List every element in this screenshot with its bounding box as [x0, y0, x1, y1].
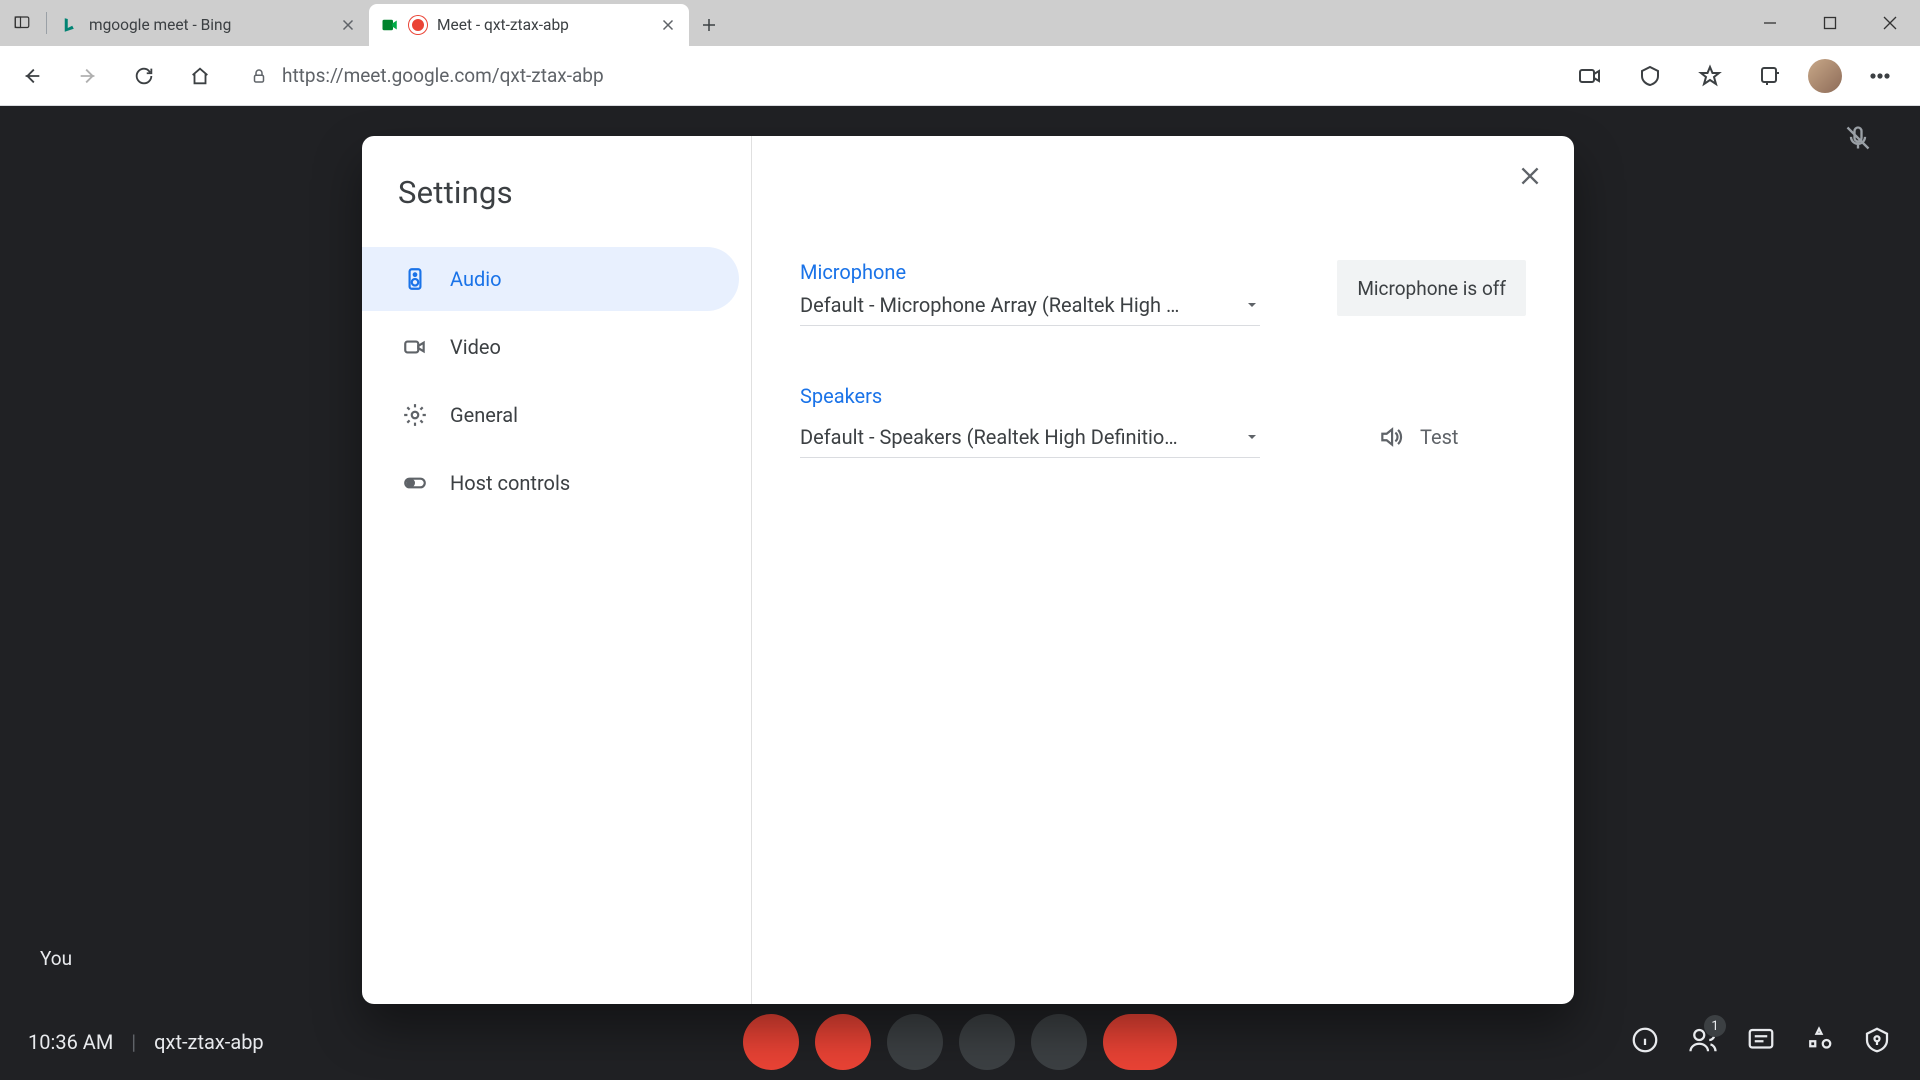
back-button[interactable]	[10, 54, 54, 98]
people-count-badge: 1	[1704, 1015, 1726, 1037]
maximize-button[interactable]	[1800, 0, 1860, 46]
video-popup-button[interactable]	[1568, 54, 1612, 98]
nav-label: General	[450, 403, 518, 427]
tab-actions-button[interactable]	[0, 0, 44, 46]
videocam-icon	[402, 334, 428, 360]
nav-general[interactable]: General	[362, 383, 739, 447]
profile-avatar[interactable]	[1808, 59, 1842, 93]
self-label: You	[40, 947, 72, 970]
new-tab-button[interactable]	[689, 4, 729, 46]
info-button[interactable]	[1630, 1025, 1660, 1059]
chat-button[interactable]	[1746, 1025, 1776, 1059]
close-window-button[interactable]	[1860, 0, 1920, 46]
minimize-button[interactable]	[1740, 0, 1800, 46]
tab-meet[interactable]: Meet - qxt-ztax-abp	[369, 4, 689, 46]
window-controls	[1740, 0, 1920, 46]
recording-icon	[409, 16, 427, 34]
url-text: https://meet.google.com/qxt-ztax-abp	[282, 64, 604, 87]
separator: |	[131, 1030, 136, 1054]
collections-button[interactable]	[1748, 54, 1792, 98]
speaker-icon	[402, 266, 428, 292]
mic-muted-icon	[1844, 124, 1872, 152]
meeting-code: qxt-ztax-abp	[154, 1030, 264, 1054]
dialog-title: Settings	[362, 174, 751, 243]
toolbar-right	[1568, 54, 1910, 98]
address-bar[interactable]: https://meet.google.com/qxt-ztax-abp	[234, 55, 1556, 97]
people-button[interactable]: 1	[1688, 1025, 1718, 1059]
gear-icon	[402, 402, 428, 428]
google-meet-icon	[381, 16, 399, 34]
divider	[46, 12, 47, 34]
hangup-button[interactable]	[1103, 1014, 1177, 1070]
settings-content: Microphone Default - Microphone Array (R…	[752, 136, 1574, 1004]
browser-toolbar: https://meet.google.com/qxt-ztax-abp	[0, 46, 1920, 106]
close-icon	[1517, 163, 1543, 189]
nav-label: Host controls	[450, 471, 570, 495]
tab-label: Meet - qxt-ztax-abp	[437, 16, 649, 34]
test-label: Test	[1420, 425, 1458, 449]
call-controls	[743, 1014, 1177, 1070]
close-icon[interactable]	[659, 16, 677, 34]
nav-video[interactable]: Video	[362, 315, 739, 379]
present-button[interactable]	[959, 1014, 1015, 1070]
meeting-info: 10:36 AM | qxt-ztax-abp	[28, 1030, 264, 1054]
microphone-value: Default - Microphone Array (Realtek High…	[800, 293, 1179, 317]
bing-icon	[61, 16, 79, 34]
forward-button	[66, 54, 110, 98]
chevron-down-icon	[1244, 297, 1260, 313]
speakers-value: Default - Speakers (Realtek High Definit…	[800, 425, 1178, 449]
nav-label: Video	[450, 335, 501, 359]
nav-label: Audio	[450, 267, 502, 291]
settings-sidebar: Settings Audio Video General Host contro…	[362, 136, 752, 1004]
microphone-label: Microphone	[800, 260, 1260, 284]
meet-app: You 10:36 AM | qxt-ztax-abp 1	[0, 106, 1920, 1080]
host-tools-button[interactable]	[1862, 1025, 1892, 1059]
mute-button[interactable]	[743, 1014, 799, 1070]
speakers-label: Speakers	[800, 384, 1526, 408]
test-speakers-button[interactable]: Test	[1378, 424, 1458, 450]
refresh-button[interactable]	[122, 54, 166, 98]
microphone-status: Microphone is off	[1337, 260, 1526, 316]
captions-button[interactable]	[887, 1014, 943, 1070]
home-button[interactable]	[178, 54, 222, 98]
clock: 10:36 AM	[28, 1030, 113, 1054]
nav-audio[interactable]: Audio	[362, 247, 739, 311]
meet-bottom-bar: 10:36 AM | qxt-ztax-abp 1	[0, 1004, 1920, 1080]
chevron-down-icon	[1244, 429, 1260, 445]
options-button[interactable]	[1031, 1014, 1087, 1070]
toggle-icon	[402, 470, 428, 496]
microphone-select[interactable]: Default - Microphone Array (Realtek High…	[800, 284, 1260, 326]
close-dialog-button[interactable]	[1508, 154, 1552, 198]
lock-icon	[250, 67, 268, 85]
nav-host-controls[interactable]: Host controls	[362, 451, 739, 515]
activities-button[interactable]	[1804, 1025, 1834, 1059]
tracking-button[interactable]	[1628, 54, 1672, 98]
volume-icon	[1378, 424, 1404, 450]
browser-titlebar: mgoogle meet - Bing Meet - qxt-ztax-abp	[0, 0, 1920, 46]
close-icon[interactable]	[339, 16, 357, 34]
more-button[interactable]	[1858, 54, 1902, 98]
settings-dialog: Settings Audio Video General Host contro…	[362, 136, 1574, 1004]
favorites-button[interactable]	[1688, 54, 1732, 98]
meet-right-controls: 1	[1630, 1025, 1892, 1059]
speakers-select[interactable]: Default - Speakers (Realtek High Definit…	[800, 416, 1260, 458]
tab-bing[interactable]: mgoogle meet - Bing	[49, 4, 369, 46]
camera-button[interactable]	[815, 1014, 871, 1070]
tab-label: mgoogle meet - Bing	[89, 16, 329, 34]
